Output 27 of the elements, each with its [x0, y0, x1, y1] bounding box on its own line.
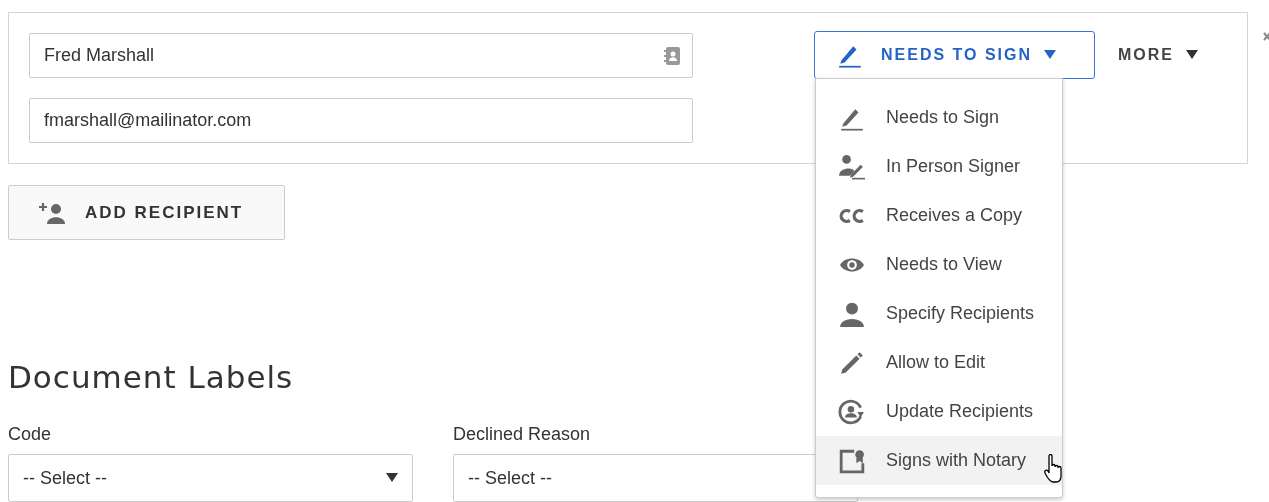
menu-item[interactable]: Update Recipients: [816, 387, 1062, 436]
pencil-icon: [838, 349, 866, 376]
menu-item[interactable]: Allow to Edit: [816, 338, 1062, 387]
menu-item[interactable]: Signs with Notary: [816, 436, 1062, 485]
select-field[interactable]: -- Select --: [8, 454, 413, 502]
role-dropdown-button[interactable]: NEEDS TO SIGN: [814, 31, 1095, 79]
field-label: Declined Reason: [453, 423, 592, 446]
menu-item[interactable]: Needs to View: [816, 240, 1062, 289]
contact-book-icon: [662, 45, 682, 66]
name-field[interactable]: Fred Marshall: [29, 33, 693, 78]
more-button[interactable]: MORE: [1108, 31, 1208, 79]
person-icon: [838, 300, 866, 327]
add-recipient-button[interactable]: ADD RECIPIENT: [8, 185, 285, 240]
email-field[interactable]: fmarshall@mailinator.com: [29, 98, 693, 143]
caret-icon: [1186, 50, 1198, 60]
caret-icon: [1044, 50, 1057, 60]
menu-item[interactable]: Receives a Copy: [816, 191, 1062, 240]
menu-item[interactable]: Needs to Sign: [816, 93, 1062, 142]
menu-item[interactable]: In Person Signer: [816, 142, 1062, 191]
caret-icon: [386, 473, 398, 483]
person-pen-icon: [838, 153, 866, 180]
section-heading: Document Labels: [8, 362, 294, 393]
menu-item[interactable]: Specify Recipients: [816, 289, 1062, 338]
circular-arrow-person-icon: [838, 398, 866, 425]
notary-seal-icon: [838, 447, 866, 474]
add-person-icon: [39, 201, 67, 224]
field-label: Code: [8, 423, 53, 446]
